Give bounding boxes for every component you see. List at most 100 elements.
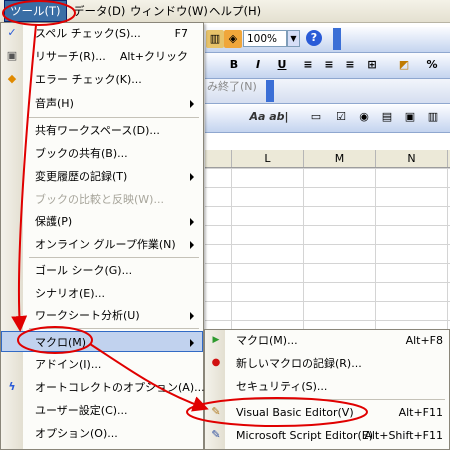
percent-button[interactable]: % (423, 56, 441, 74)
menu-item-spellcheck[interactable]: ✓ スペル チェック(S)... F7 (1, 23, 203, 44)
menu-item-options[interactable]: オプション(O)... (1, 423, 203, 444)
menu-item-label: ブックの共有(B)... (35, 147, 128, 160)
menu-item-customize[interactable]: ユーザー設定(C)... (1, 400, 203, 421)
menu-item-label: エラー チェック(K)... (35, 73, 142, 86)
menu-item-label: マクロ(M) (35, 336, 87, 349)
menu-item-label: ユーザー設定(C)... (35, 404, 128, 417)
help-icon[interactable]: ? (306, 30, 322, 46)
menu-item-shared-workspace[interactable]: 共有ワークスペース(D)... (1, 120, 203, 141)
button-control-icon[interactable]: ▭ (307, 108, 325, 126)
menu-item-label: スペル チェック(S)... (35, 27, 141, 40)
menu-item-compare-merge: ブックの比較と反映(W)... (1, 189, 203, 210)
menu-help[interactable]: ヘルプ(H) (204, 0, 266, 22)
menu-item-macro[interactable]: マクロ(M) (1, 331, 203, 352)
menu-item-script-editor[interactable]: ✎ Microsoft Script Editor(E) Alt+Shift+F… (205, 425, 449, 446)
menu-tools[interactable]: ツール(T) (4, 0, 67, 22)
menu-item-security[interactable]: セキュリティ(S)... (205, 376, 449, 397)
column-header-row: L M N (205, 150, 450, 168)
menu-item-online-collaboration[interactable]: オンライン グループ作業(N) (1, 234, 203, 255)
menu-item-protection[interactable]: 保護(P) (1, 211, 203, 232)
drawing-icon[interactable]: ◈ (224, 30, 242, 48)
zoom-combobox[interactable]: 100% (243, 30, 287, 47)
menu-item-label: リサーチ(R)... (35, 50, 106, 63)
currency-icon[interactable]: ◩ (395, 56, 413, 74)
checkbox-control-icon[interactable]: ☑ (332, 108, 350, 126)
menu-separator (29, 117, 199, 118)
combobox-control-icon[interactable]: ▣ (401, 108, 419, 126)
research-icon: ▣ (6, 49, 18, 62)
forms-toolbar: Aa ab| ▭ ☑ ◉ ▤ ▣ ▥ (205, 105, 450, 133)
menu-item-speech[interactable]: 音声(H) (1, 93, 203, 114)
menu-item-shortcut: F7 (174, 27, 188, 40)
menu-item-vb-editor[interactable]: ✎ Visual Basic Editor(V) Alt+F11 (205, 402, 449, 423)
menu-item-label: セキュリティ(S)... (236, 380, 328, 393)
spellcheck-icon: ✓ (7, 26, 17, 39)
submenu-arrow-icon (190, 312, 194, 320)
column-header[interactable]: N (376, 150, 448, 167)
menu-item-goal-seek[interactable]: ゴール シーク(G)... (1, 260, 203, 281)
menu-item-macros[interactable]: ▶ マクロ(M)... Alt+F8 (205, 330, 449, 351)
italic-button[interactable]: I (249, 56, 267, 74)
standard-toolbar: ▥ ◈ 100% ▼ ? (205, 27, 450, 53)
menu-item-research[interactable]: ▣ リサーチ(R)... Alt+クリック (1, 46, 203, 67)
submenu-arrow-icon (190, 218, 194, 226)
menu-item-label: ワークシート分析(U) (35, 309, 140, 322)
toolbar-options-icon[interactable] (333, 28, 341, 50)
column-header[interactable]: L (232, 150, 304, 167)
menu-item-label: オートコレクトのオプション(A)... (35, 381, 205, 394)
chart-icon[interactable]: ▥ (206, 30, 224, 48)
menu-item-label: 新しいマクロの記録(R)... (236, 357, 362, 370)
menu-separator (29, 257, 199, 258)
merge-center-icon[interactable]: ⊞ (363, 56, 381, 74)
chevron-down-icon[interactable]: ▼ (287, 30, 300, 47)
menu-item-label: 保護(P) (35, 215, 73, 228)
end-review-field[interactable]: み終了(N) (205, 79, 270, 95)
menu-item-label: ブックの比較と反映(W)... (35, 193, 164, 206)
align-right-icon[interactable]: ≡ (341, 56, 359, 74)
menu-item-formula-auditing[interactable]: ワークシート分析(U) (1, 305, 203, 326)
submenu-arrow-icon (190, 100, 194, 108)
underline-button[interactable]: U (273, 56, 291, 74)
menu-separator (229, 399, 445, 400)
submenu-arrow-icon (190, 241, 194, 249)
column-header[interactable] (205, 150, 232, 167)
menubar: ツール(T) データ(D) ウィンドウ(W) ヘルプ(H) (0, 0, 450, 23)
menu-item-label: Visual Basic Editor(V) (236, 406, 354, 419)
autocorrect-icon: ϟ (8, 380, 16, 393)
menu-item-autocorrect-options[interactable]: ϟ オートコレクトのオプション(A)... (1, 377, 205, 398)
menu-item-track-changes[interactable]: 変更履歴の記録(T) (1, 166, 203, 187)
column-header[interactable]: M (304, 150, 376, 167)
listbox-control-icon[interactable]: ▤ (378, 108, 396, 126)
error-check-icon: ◆ (7, 72, 17, 85)
bold-button[interactable]: B (225, 56, 243, 74)
menu-item-label: 音声(H) (35, 97, 74, 110)
toolbar-options-icon[interactable] (266, 80, 274, 102)
align-left-icon[interactable]: ≡ (299, 56, 317, 74)
script-editor-icon: ✎ (211, 428, 221, 441)
submenu-arrow-icon (190, 339, 194, 347)
menu-item-record-macro[interactable]: ● 新しいマクロの記録(R)... (205, 353, 449, 374)
radio-control-icon[interactable]: ◉ (355, 108, 373, 126)
formatting-toolbar: B I U ≡ ≡ ≡ ⊞ ◩ % (205, 53, 450, 79)
menu-item-share-workbook[interactable]: ブックの共有(B)... (1, 143, 203, 164)
menu-window[interactable]: ウィンドウ(W) (125, 0, 213, 22)
menu-item-label: 変更履歴の記録(T) (35, 170, 128, 183)
record-icon: ● (211, 357, 221, 368)
menu-item-label: シナリオ(E)... (35, 287, 106, 300)
menu-item-shortcut: Alt+クリック (119, 50, 188, 63)
menu-separator (29, 328, 199, 329)
menu-data[interactable]: データ(D) (68, 0, 130, 22)
scrollbar-control-icon[interactable]: ▥ (424, 108, 442, 126)
menu-item-error-check[interactable]: ◆ エラー チェック(K)... (1, 69, 203, 90)
menu-item-addins[interactable]: アドイン(I)... (1, 354, 203, 375)
menu-item-shortcut: Alt+F8 (405, 334, 443, 347)
menu-item-label: ゴール シーク(G)... (35, 264, 133, 277)
tools-menu: ✓ スペル チェック(S)... F7 ▣ リサーチ(R)... Alt+クリッ… (0, 22, 205, 450)
font-style-label[interactable]: Aa ab| (239, 108, 299, 126)
align-center-icon[interactable]: ≡ (320, 56, 338, 74)
menu-item-scenarios[interactable]: シナリオ(E)... (1, 283, 203, 304)
menu-item-shortcut: Alt+Shift+F11 (364, 429, 443, 442)
menu-item-label: オプション(O)... (35, 427, 118, 440)
menu-item-label: Microsoft Script Editor(E) (236, 429, 374, 442)
menu-item-label: 共有ワークスペース(D)... (35, 124, 160, 137)
